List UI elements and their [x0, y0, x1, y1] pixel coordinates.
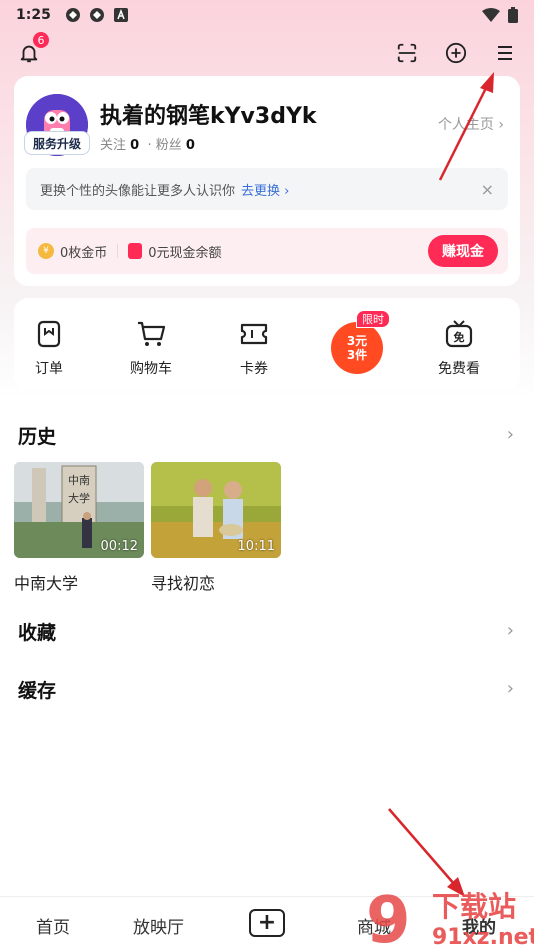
red-packet-icon — [128, 243, 143, 259]
quick-link-coupons[interactable]: 卡券 — [219, 318, 289, 378]
favorites-title[interactable]: 收藏 — [18, 618, 56, 645]
svg-text:免: 免 — [454, 330, 465, 344]
watermark-line2: 91xz.net — [432, 925, 534, 950]
follow-stats: 关注 0 · 粉丝 0 — [100, 134, 195, 153]
quick-links-card: 订单 购物车 卡券 3元 3件 限时 免 免费看 — [14, 298, 520, 390]
coin-balance[interactable]: 0枚金币 — [60, 242, 107, 261]
plus-icon: + — [257, 910, 277, 935]
menu-button[interactable] — [490, 38, 520, 68]
history-title[interactable]: 历史 — [18, 422, 56, 449]
tip-text: 更换个性的头像能让更多人认识你 — [40, 183, 236, 199]
wifi-icon — [482, 8, 500, 22]
video-title[interactable]: 中南大学 — [14, 570, 78, 594]
favorites-chevron-icon[interactable]: › — [507, 620, 514, 641]
earn-cash-button[interactable]: 赚现金 — [428, 235, 498, 267]
followers-label[interactable]: · 粉丝 — [147, 138, 181, 153]
avatar-tip-bar: 更换个性的头像能让更多人认识你 去更换 › × — [26, 168, 508, 210]
nav-theater[interactable]: 放映厅 — [133, 913, 184, 938]
quick-link-label: 免费看 — [438, 361, 480, 377]
coin-icon: ¥ — [38, 243, 54, 259]
history-video-thumbnail[interactable]: 中南 大学 00:12 — [14, 462, 144, 558]
nav-home[interactable]: 首页 — [36, 913, 70, 938]
history-chevron-icon[interactable]: › — [507, 424, 514, 445]
svg-text:大学: 大学 — [68, 491, 90, 505]
site-watermark: 9 下载站 91xz.net — [360, 880, 534, 950]
menu-icon — [498, 46, 512, 60]
tv-free-icon: 免 — [445, 320, 473, 348]
quick-link-orders[interactable]: 订单 — [14, 318, 84, 378]
watermark-mark: 9 — [366, 884, 411, 950]
cash-balance[interactable]: 0元现金余额 — [148, 242, 221, 261]
close-icon[interactable]: × — [481, 180, 494, 199]
receipt-icon — [37, 320, 61, 348]
font-notification-icon — [113, 8, 128, 22]
nav-add-button[interactable]: + — [249, 909, 285, 937]
status-time: 1:25 — [16, 7, 51, 23]
promo-3-for-3-button[interactable]: 3元 3件 — [331, 322, 383, 374]
scan-icon — [397, 43, 417, 63]
change-avatar-link[interactable]: 去更换 › — [241, 180, 289, 199]
scan-button[interactable] — [392, 38, 422, 68]
service-upgrade-tag[interactable]: 服务升级 — [24, 131, 91, 155]
app-notification-icon-2 — [89, 8, 104, 22]
top-bar — [0, 36, 534, 70]
cache-chevron-icon[interactable]: › — [507, 678, 514, 699]
cache-title[interactable]: 缓存 — [18, 676, 56, 703]
status-bar: 1:25 — [0, 0, 534, 30]
ticket-icon — [240, 323, 268, 345]
quick-link-free-watch[interactable]: 免 免费看 — [424, 318, 494, 378]
watermark-logo: 9 下载站 91xz.net — [366, 884, 534, 950]
add-button[interactable] — [441, 38, 471, 68]
username: 执着的钢笔kYv3dYk — [100, 104, 317, 129]
svg-text:中南: 中南 — [68, 474, 90, 487]
plus-circle-icon — [445, 42, 467, 64]
video-title[interactable]: 寻找初恋 — [151, 570, 215, 594]
profile-card: 服务升级 执着的钢笔kYv3dYk 关注 0 · 粉丝 0 个人主页 › 更换个… — [14, 76, 520, 286]
video-duration: 00:12 — [100, 539, 138, 554]
quick-link-label: 购物车 — [130, 361, 172, 377]
quick-link-label: 订单 — [35, 361, 63, 377]
app-notification-icon — [65, 8, 80, 22]
promo-line2: 3件 — [346, 348, 368, 362]
following-label[interactable]: 关注 — [100, 138, 126, 153]
watermark-line1: 下载站 — [432, 890, 516, 923]
personal-homepage-link[interactable]: 个人主页 › — [438, 114, 504, 134]
divider — [117, 244, 119, 258]
following-count[interactable]: 0 — [130, 138, 139, 153]
battery-icon — [508, 7, 518, 23]
video-duration: 10:11 — [237, 539, 275, 554]
wallet-bar: ¥ 0枚金币 0元现金余额 赚现金 — [26, 228, 508, 274]
history-video-thumbnail[interactable]: 10:11 — [151, 462, 281, 558]
notification-badge: 6 — [33, 32, 49, 48]
quick-link-label: 卡券 — [240, 361, 268, 377]
promo-line1: 3元 — [346, 334, 368, 348]
limited-time-tag: 限时 — [356, 310, 390, 328]
cart-icon — [138, 321, 166, 346]
followers-count[interactable]: 0 — [186, 138, 195, 153]
quick-link-cart[interactable]: 购物车 — [116, 318, 186, 378]
